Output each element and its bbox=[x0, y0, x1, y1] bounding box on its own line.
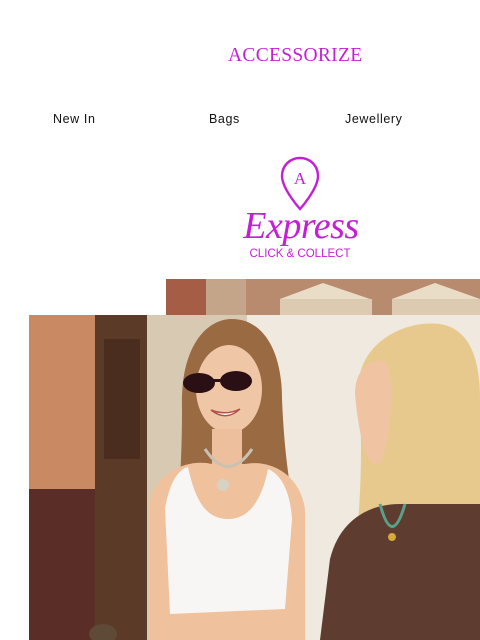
pin-letter: A bbox=[294, 169, 307, 188]
hero-image[interactable] bbox=[0, 279, 480, 640]
two-women-street-photo bbox=[0, 279, 480, 640]
nav-item-new-in[interactable]: New In bbox=[53, 110, 96, 128]
express-title: Express bbox=[243, 205, 359, 247]
nav-item-jewellery[interactable]: Jewellery bbox=[345, 110, 403, 128]
nav-item-bags[interactable]: Bags bbox=[209, 110, 240, 128]
accessorize-logo[interactable]: ACCESSORIZE bbox=[228, 44, 374, 68]
express-subtitle: CLICK & COLLECT bbox=[249, 248, 351, 260]
express-click-collect-banner[interactable]: A Express CLICK & COLLECT bbox=[232, 156, 368, 266]
main-navigation: New In Bags Jewellery bbox=[0, 110, 480, 128]
